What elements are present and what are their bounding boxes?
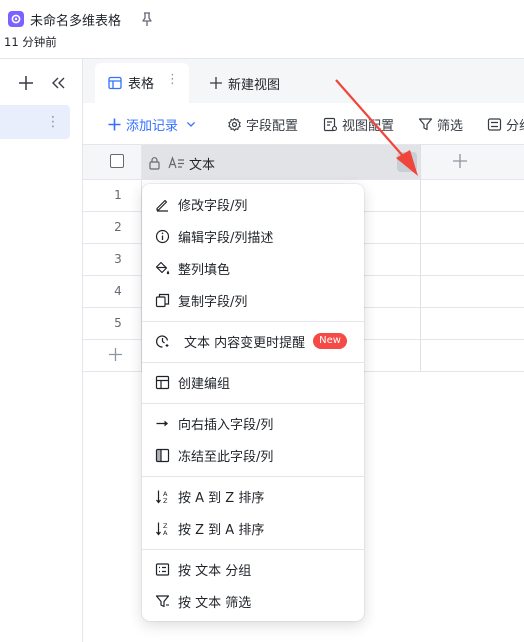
row-number: 1	[114, 188, 122, 202]
menu-item-label: 文本 内容变更时提醒	[184, 335, 306, 351]
group-icon	[487, 117, 502, 131]
menu-item-edit-description[interactable]: 编辑字段/列描述	[142, 220, 364, 252]
fill-color-icon	[154, 260, 170, 276]
group-label: 分组	[506, 118, 524, 134]
plus-icon[interactable]	[209, 75, 223, 89]
add-field-icon[interactable]	[452, 153, 468, 169]
menu-item-label: 按 文本 筛选	[178, 595, 252, 611]
group-by-icon	[154, 561, 170, 577]
menu-item-sort-desc[interactable]: ZA 按 Z 到 A 排序	[142, 512, 364, 544]
column-divider	[420, 144, 421, 372]
menu-separator	[142, 476, 364, 477]
last-edited-time: 11 分钟前	[4, 35, 57, 49]
new-badge: New	[313, 333, 347, 349]
menu-separator	[142, 549, 364, 550]
menu-item-fill-column[interactable]: 整列填色	[142, 252, 364, 284]
menu-item-copy-field[interactable]: 复制字段/列	[142, 284, 364, 316]
row-number: 3	[114, 252, 122, 266]
chevron-down-icon	[402, 159, 412, 166]
field-header-label: 文本	[189, 158, 216, 173]
field-config-button[interactable]: 字段配置	[227, 115, 299, 134]
edit-icon	[154, 196, 170, 212]
new-view-button[interactable]: 新建视图	[228, 74, 280, 93]
filter-label: 筛选	[437, 118, 464, 134]
filter-icon	[154, 593, 170, 609]
tab-more-icon[interactable]: ⋮	[166, 72, 179, 87]
view-settings-icon	[323, 117, 338, 131]
gear-icon	[228, 117, 241, 131]
field-menu-toggle[interactable]	[397, 152, 417, 172]
select-all-checkbox[interactable]	[110, 154, 124, 168]
chevron-down-icon	[186, 121, 196, 127]
row-number: 2	[114, 220, 122, 234]
reminder-icon	[154, 333, 170, 349]
row-number: 4	[114, 284, 122, 298]
menu-item-create-group[interactable]: 创建编组	[142, 366, 364, 398]
menu-item-insert-right[interactable]: 向右插入字段/列	[142, 407, 364, 439]
menu-item-label: 修改字段/列	[178, 198, 248, 214]
menu-separator	[142, 362, 364, 363]
menu-item-label: 按 文本 分组	[178, 563, 252, 579]
menu-separator	[142, 403, 364, 404]
arrow-right-icon	[154, 415, 170, 431]
view-config-button[interactable]: 视图配置	[323, 115, 395, 134]
pin-icon[interactable]	[140, 11, 154, 27]
row-number: 5	[114, 316, 122, 330]
lock-icon	[148, 155, 161, 170]
freeze-icon	[154, 447, 170, 463]
menu-item-edit-field[interactable]: 修改字段/列	[142, 188, 364, 220]
menu-item-label: 按 Z 到 A 排序	[178, 522, 265, 538]
info-icon	[154, 228, 170, 244]
group-layout-icon	[154, 374, 170, 390]
collapse-sidebar-icon[interactable]	[49, 74, 67, 92]
menu-item-label: 按 A 到 Z 排序	[178, 490, 265, 506]
menu-item-label: 创建编组	[178, 376, 231, 392]
menu-item-filter-by[interactable]: 按 文本 筛选	[142, 585, 364, 617]
field-config-label: 字段配置	[246, 118, 299, 134]
text-field-type-icon	[168, 155, 185, 169]
plus-icon	[108, 118, 121, 130]
menu-item-label: 编辑字段/列描述	[178, 230, 274, 246]
add-table-icon[interactable]	[17, 74, 35, 92]
filter-icon	[418, 117, 433, 130]
menu-item-label: 冻结至此字段/列	[178, 449, 274, 465]
add-record-label: 添加记录	[126, 118, 179, 134]
menu-item-label: 复制字段/列	[178, 294, 248, 310]
menu-item-group-by[interactable]: 按 文本 分组	[142, 553, 364, 585]
menu-separator	[142, 321, 364, 322]
grid-view-icon	[108, 75, 122, 90]
menu-item-change-reminder[interactable]: 文本 内容变更时提醒 New	[142, 325, 364, 357]
tab-label[interactable]: 表格	[128, 73, 154, 92]
filter-button[interactable]: 筛选	[418, 115, 464, 134]
copy-icon	[154, 292, 170, 308]
menu-item-sort-asc[interactable]: AZ 按 A 到 Z 排序	[142, 480, 364, 512]
group-button[interactable]: 分组	[487, 115, 524, 134]
menu-item-label: 整列填色	[178, 262, 231, 278]
svg-text:Z: Z	[163, 497, 168, 504]
menu-item-label: 向右插入字段/列	[178, 417, 274, 433]
view-config-label: 视图配置	[342, 118, 395, 134]
base-app-icon	[8, 11, 24, 27]
document-title[interactable]: 未命名多维表格	[30, 10, 121, 29]
menu-item-freeze[interactable]: 冻结至此字段/列	[142, 439, 364, 471]
more-options-icon[interactable]: ⋮	[46, 113, 60, 131]
svg-text:A: A	[163, 529, 168, 536]
sort-desc-icon: ZA	[154, 520, 170, 536]
add-row-icon[interactable]	[108, 347, 123, 362]
add-record-button[interactable]: 添加记录	[107, 115, 197, 134]
sort-asc-icon: AZ	[154, 488, 170, 504]
